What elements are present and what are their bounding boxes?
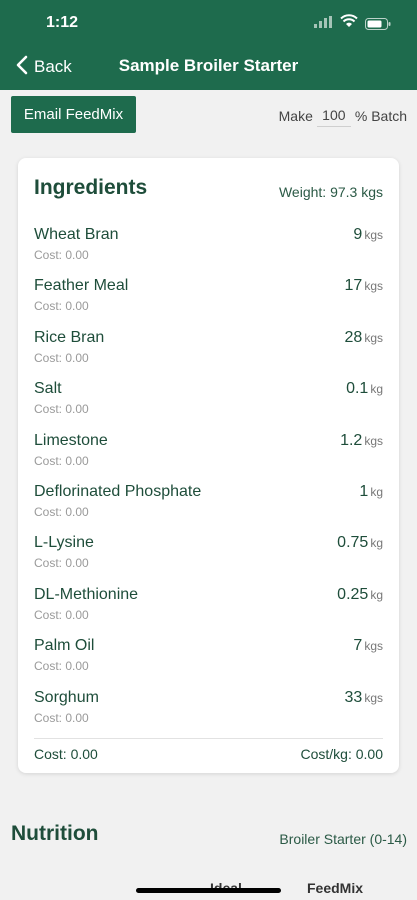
ingredient-quantity: 17 kgs (345, 277, 383, 295)
ingredient-quantity-value: 1 (359, 482, 369, 500)
ingredient-list: Wheat Bran Cost: 0.00 9 kgs Feather Meal … (34, 224, 383, 738)
ingredient-unit: kgs (364, 330, 383, 345)
ingredients-card: Ingredients Weight: 97.3 kgs Wheat Bran … (18, 158, 399, 773)
ingredient-name: Sorghum (34, 688, 99, 706)
ingredient-quantity: 0.1 kg (346, 380, 383, 398)
ingredient-name: DL-Methionine (34, 585, 139, 603)
ingredient-unit: kg (370, 536, 383, 551)
ingredient-unit: kg (370, 587, 383, 602)
ingredient-row[interactable]: Palm Oil Cost: 0.00 7 kgs (34, 635, 383, 686)
ingredient-cost: Cost: 0.00 (34, 659, 89, 674)
ingredient-unit: kg (370, 484, 383, 499)
total-cost: Cost: 0.00 (34, 746, 98, 762)
ingredient-name: Salt (34, 380, 62, 398)
page-title: Sample Broiler Starter (118, 56, 299, 75)
ingredient-name: Palm Oil (34, 637, 95, 655)
ingredient-row[interactable]: L-Lysine Cost: 0.00 0.75 kg (34, 532, 383, 583)
ingredient-quantity-value: 28 (344, 328, 363, 346)
ingredient-quantity: 33 kgs (345, 689, 383, 707)
ingredient-name: Feather Meal (34, 277, 129, 295)
cost-per-kg: Cost/kg: 0.00 (300, 746, 384, 762)
ingredient-quantity: 1.2 kgs (340, 432, 383, 450)
nutrition-title: Nutrition (11, 822, 99, 845)
ingredient-quantity-value: 33 (344, 688, 363, 706)
tab-feedmix[interactable]: FeedMix (307, 880, 363, 896)
ingredient-cost: Cost: 0.00 (34, 402, 89, 417)
ingredient-unit: kgs (364, 639, 383, 654)
ingredient-row[interactable]: DL-Methionine Cost: 0.00 0.25 kg (34, 584, 383, 635)
status-bar: 1:12 (0, 0, 417, 44)
ingredient-quantity-value: 0.75 (337, 534, 369, 552)
ingredient-quantity-value: 7 (353, 637, 363, 655)
ingredient-unit: kgs (364, 228, 383, 242)
ingredient-row[interactable]: Wheat Bran Cost: 0.00 9 kgs (34, 224, 383, 275)
ingredient-quantity-value: 1.2 (340, 431, 363, 449)
ingredient-unit: kgs (364, 690, 383, 705)
ingredient-quantity-value: 17 (344, 277, 363, 295)
ingredient-row[interactable]: Feather Meal Cost: 0.00 17 kgs (34, 275, 383, 326)
ingredient-unit: kg (370, 382, 383, 397)
ingredient-name: L-Lysine (34, 534, 94, 552)
ingredient-quantity-value: 0.1 (346, 380, 369, 398)
ingredient-cost: Cost: 0.00 (34, 556, 89, 571)
ingredient-row[interactable]: Rice Bran Cost: 0.00 28 kgs (34, 327, 383, 378)
ingredients-weight: Weight: 97.3 kgs (278, 184, 383, 200)
make-label: Make (278, 107, 313, 124)
ingredient-cost: Cost: 0.00 (34, 248, 89, 262)
ingredient-cost: Cost: 0.00 (34, 710, 89, 725)
ingredient-quantity: 9 kgs (353, 226, 383, 244)
ingredient-quantity: 0.75 kg (337, 534, 383, 552)
ingredient-unit: kgs (364, 433, 383, 448)
batch-control: Make % Batch (279, 104, 407, 127)
ingredient-cost: Cost: 0.00 (34, 350, 89, 365)
batch-input[interactable] (316, 104, 351, 127)
ingredient-quantity-value: 0.25 (337, 585, 369, 603)
ingredient-quantity: 28 kgs (345, 329, 383, 347)
ingredient-quantity: 1 kg (359, 483, 383, 501)
nav-bar: Back Sample Broiler Starter (0, 44, 417, 90)
ingredient-row[interactable]: Sorghum Cost: 0.00 33 kgs (34, 687, 383, 738)
ingredient-quantity: 7 kgs (353, 637, 383, 655)
battery-icon (365, 17, 391, 35)
ingredient-name: Wheat Bran (34, 226, 119, 243)
wifi-icon (340, 14, 358, 33)
ingredient-quantity-value: 9 (353, 226, 363, 243)
batch-suffix: % Batch (354, 107, 407, 124)
email-feedmix-button[interactable]: Email FeedMix (11, 96, 136, 133)
ingredient-name: Rice Bran (34, 328, 105, 346)
ingredient-name: Deflorinated Phosphate (34, 482, 202, 500)
ingredient-row[interactable]: Deflorinated Phosphate Cost: 0.00 1 kg (34, 481, 383, 532)
ingredient-quantity: 0.25 kg (337, 586, 383, 604)
ingredients-footer: Cost: 0.00 Cost/kg: 0.00 (34, 738, 383, 763)
home-indicator (136, 888, 281, 893)
ingredient-cost: Cost: 0.00 (34, 453, 89, 468)
ingredient-cost: Cost: 0.00 (34, 299, 89, 314)
nutrition-profile[interactable]: Broiler Starter (0-14) (279, 831, 407, 847)
status-time: 1:12 (46, 14, 79, 31)
ingredient-cost: Cost: 0.00 (34, 607, 89, 622)
ingredient-row[interactable]: Limestone Cost: 0.00 1.2 kgs (34, 430, 383, 481)
ingredient-unit: kgs (364, 279, 383, 294)
ingredient-row[interactable]: Salt Cost: 0.00 0.1 kg (34, 378, 383, 429)
ingredients-title: Ingredients (34, 176, 148, 199)
ingredient-cost: Cost: 0.00 (34, 504, 89, 519)
signal-icon (314, 15, 332, 33)
ingredient-name: Limestone (34, 431, 108, 449)
